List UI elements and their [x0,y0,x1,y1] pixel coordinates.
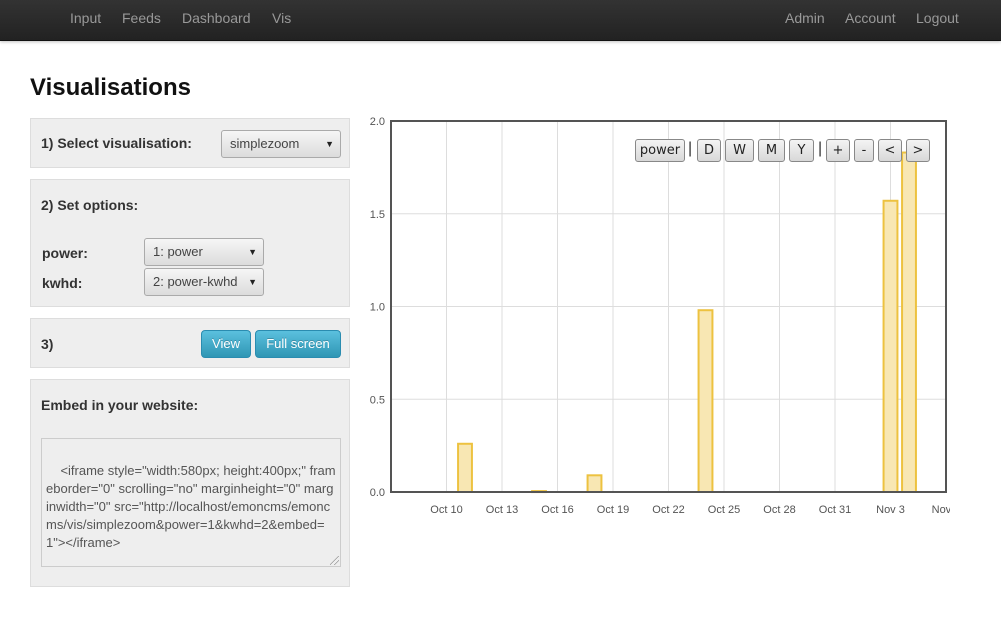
power-bar-chart[interactable]: 0.0 0.5 1.0 1.5 2.0 Oct 10 Oct 13 Oct 16 Oct 19… [0,0,1001,623]
chart-bar [697,309,714,493]
x-tick-label: Oct 16 [541,504,573,516]
separator: | [818,140,823,157]
range-year-button[interactable]: Y [789,139,814,162]
x-axis-ticks: Oct 10 Oct 13 Oct 16 Oct 19 Oct 22 Oct 25 Oct … [430,504,961,516]
y-tick-label: 0.0 [370,487,385,499]
y-tick-label: 1.5 [370,209,385,221]
x-tick-label: Oct 31 [819,504,851,516]
separator: | [688,140,693,157]
y-tick-label: 1.0 [370,302,385,314]
chart-bars [457,151,917,494]
x-tick-label: Oct 19 [597,504,629,516]
pan-left-button[interactable]: < [878,139,902,162]
chart-bar [457,442,473,493]
x-tick-label: Nov 3 [876,504,905,516]
x-tick-label: Oct 13 [486,504,518,516]
chart-bar [586,474,603,493]
chart-grid [391,120,946,493]
feed-power-button[interactable]: power [635,139,685,162]
x-tick-label: Oct 25 [708,504,740,516]
x-tick-label: Oct 28 [763,504,795,516]
y-axis-ticks: 0.0 0.5 1.0 1.5 2.0 [370,116,385,499]
x-tick-label: Oct 22 [652,504,684,516]
y-tick-label: 2.0 [370,116,385,128]
range-month-button[interactable]: M [758,139,785,162]
range-day-button[interactable]: D [697,139,721,162]
chart-bar [882,199,899,493]
zoom-in-button[interactable]: + [826,139,850,162]
range-week-button[interactable]: W [725,139,754,162]
chart-bar [901,151,917,493]
y-tick-label: 0.5 [370,394,385,406]
x-tick-label: Nov 6 [932,504,961,516]
pan-right-button[interactable]: > [906,139,930,162]
x-tick-label: Oct 10 [430,504,462,516]
zoom-out-button[interactable]: - [854,139,874,162]
